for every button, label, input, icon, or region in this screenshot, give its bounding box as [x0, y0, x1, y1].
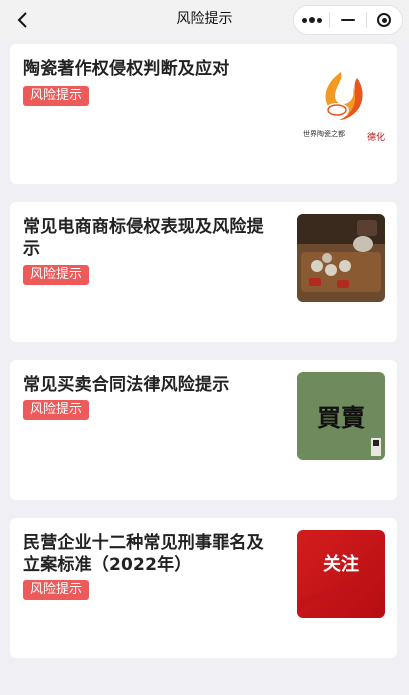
article-card[interactable]: 民营企业十二种常见刑事罪名及立案标准（2022年） 风险提示 关注	[10, 518, 397, 658]
tea-set-photo-image	[297, 214, 385, 302]
minimize-icon	[341, 19, 355, 21]
article-title: 陶瓷著作权侵权判断及应对	[23, 59, 230, 79]
risk-tag: 风险提示	[23, 86, 90, 106]
banner-text: 关注	[323, 553, 359, 575]
top-nav-bar: 风险提示	[0, 0, 409, 40]
article-list: 陶瓷著作权侵权判断及应对 风险提示 世界陶瓷之都 德化 常见电商商标侵权表现及风…	[10, 44, 397, 676]
more-dots-icon	[301, 17, 323, 23]
article-card[interactable]: 常见买卖合同法律风险提示 风险提示 買賣	[10, 360, 397, 500]
article-title: 常见买卖合同法律风险提示	[23, 375, 230, 395]
article-card[interactable]: 常见电商商标侵权表现及风险提示 风险提示	[10, 202, 397, 342]
calligraphy-text: 買賣	[317, 403, 366, 432]
porcelain-city-logo-image: 世界陶瓷之都 德化	[297, 58, 385, 146]
back-button[interactable]	[8, 6, 36, 34]
target-circle-icon	[377, 13, 392, 27]
minimize-button[interactable]	[330, 6, 365, 34]
article-title: 民营企业十二种常见刑事罪名及立案标准（2022年）	[23, 533, 264, 575]
logo-seal-text: 德化	[367, 131, 385, 143]
article-thumbnail: 買賣	[297, 372, 385, 460]
mini-program-capsule	[293, 5, 403, 35]
more-button[interactable]	[294, 6, 329, 34]
article-thumbnail: 关注	[297, 530, 385, 618]
logo-text: 世界陶瓷之都	[303, 129, 345, 138]
chevron-left-icon	[17, 12, 27, 28]
article-card[interactable]: 陶瓷著作权侵权判断及应对 风险提示 世界陶瓷之都 德化	[10, 44, 397, 184]
article-title: 常见电商商标侵权表现及风险提示	[23, 217, 264, 259]
article-thumbnail	[297, 214, 385, 302]
risk-tag: 风险提示	[23, 265, 90, 285]
calligraphy-image: 買賣	[297, 372, 385, 460]
red-banner-image: 关注	[297, 530, 385, 618]
article-thumbnail: 世界陶瓷之都 德化	[297, 58, 385, 146]
risk-tag: 风险提示	[23, 400, 90, 420]
close-button[interactable]	[367, 6, 402, 34]
risk-tag: 风险提示	[23, 580, 90, 600]
